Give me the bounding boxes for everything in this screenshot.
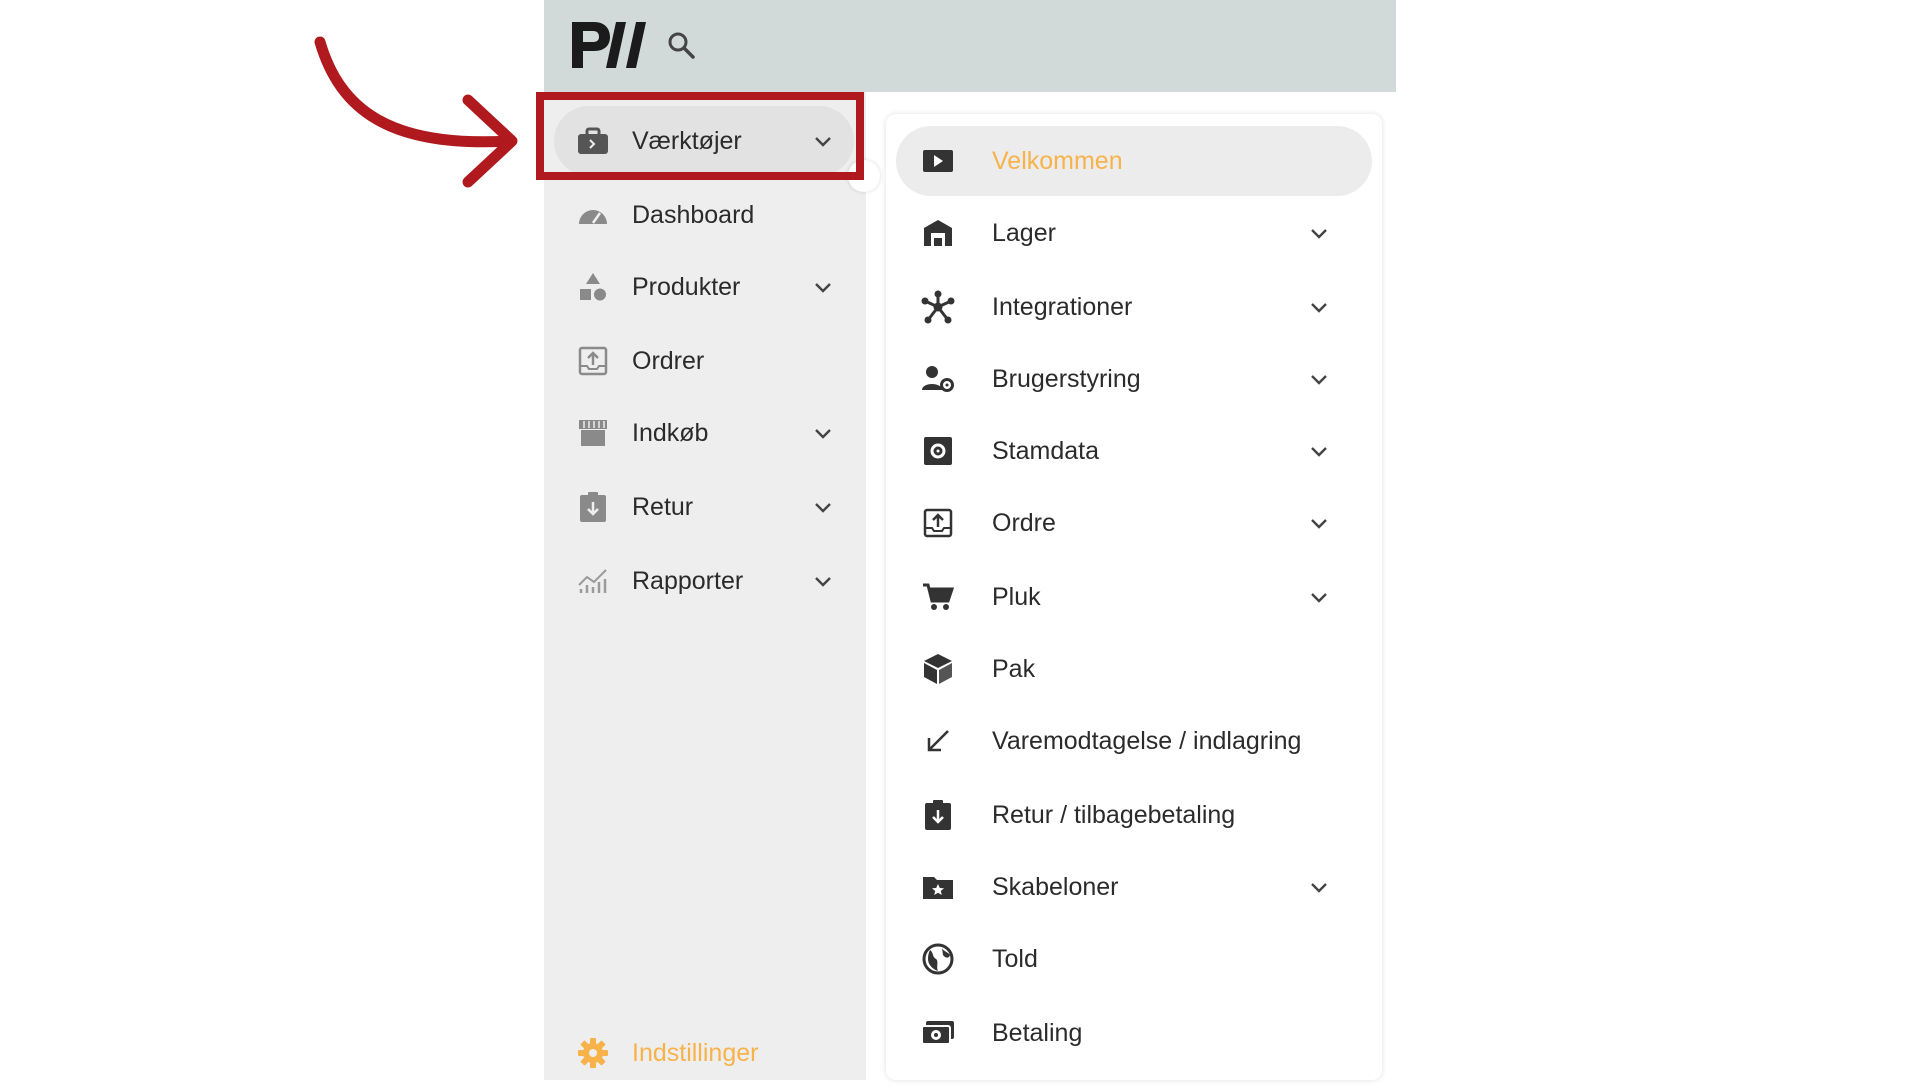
chevron-down-icon[interactable]: [1308, 296, 1330, 318]
submenu-item-label: Velkommen: [992, 146, 1123, 175]
sidebar-item-label: Dashboard: [632, 200, 755, 229]
chevron-down-icon[interactable]: [1308, 876, 1330, 898]
shapes-icon: [576, 270, 610, 304]
submenu-item-label: Pluk: [992, 582, 1041, 611]
chevron-down-icon[interactable]: [1308, 368, 1330, 390]
top-bar: [544, 0, 1396, 92]
chevron-down-icon[interactable]: [812, 570, 834, 592]
chart-icon: [576, 564, 610, 598]
submenu-item-velkommen[interactable]: Velkommen: [896, 126, 1372, 196]
brand-logo[interactable]: [570, 18, 648, 75]
settings-button[interactable]: Indstillinger: [554, 1018, 854, 1088]
submenu-item-ordre[interactable]: Ordre: [896, 488, 1372, 558]
gauge-icon: [576, 198, 610, 232]
chevron-down-icon[interactable]: [812, 496, 834, 518]
sidebar-item-dashboard[interactable]: Dashboard: [554, 180, 854, 250]
submenu-item-label: Betaling: [992, 1018, 1083, 1047]
submenu-item-label: Integrationer: [992, 292, 1133, 321]
globe-icon: [920, 941, 956, 977]
submenu-item-pak[interactable]: Pak: [896, 634, 1372, 704]
return-clipboard-icon: [576, 490, 610, 524]
money-icon: [920, 1015, 956, 1051]
submenu-item-label: Pak: [992, 654, 1036, 683]
submenu-item-betaling[interactable]: Betaling: [896, 998, 1372, 1068]
sidebar-item-ordrer[interactable]: Ordrer: [554, 326, 854, 396]
submenu-item-label: Varemodtagelse / indlagring: [992, 726, 1302, 755]
submenu-item-lager[interactable]: Lager: [896, 198, 1372, 268]
package-icon: [920, 651, 956, 687]
sidebar-item-indkob[interactable]: Indkøb: [554, 398, 854, 468]
submenu-item-label: Stamdata: [992, 436, 1100, 465]
sidebar: Værktøjer Dashboard Produkter Ordrer Ind…: [544, 92, 866, 1080]
submenu-panel: Velkommen Lager Integrationer Brugerstyr…: [886, 114, 1382, 1080]
storefront-icon: [576, 416, 610, 450]
return-clipboard-icon: [920, 797, 956, 833]
user-settings-icon: [920, 361, 956, 397]
upload-box-icon: [576, 344, 610, 378]
upload-box-icon: [920, 505, 956, 541]
chevron-down-icon[interactable]: [812, 276, 834, 298]
submenu-item-label: Brugerstyring: [992, 364, 1141, 393]
sidebar-item-rapporter[interactable]: Rapporter: [554, 546, 854, 616]
settings-box-icon: [920, 433, 956, 469]
folder-star-icon: [920, 869, 956, 905]
warehouse-icon: [920, 215, 956, 251]
arrow-down-left-icon: [920, 723, 956, 759]
submenu-item-pluk[interactable]: Pluk: [896, 562, 1372, 632]
gear-icon: [576, 1036, 610, 1070]
submenu-item-label: Lager: [992, 218, 1056, 247]
search-icon[interactable]: [666, 30, 696, 65]
submenu-item-label: Skabeloner: [992, 872, 1119, 901]
submenu-item-skabeloner[interactable]: Skabeloner: [896, 852, 1372, 922]
submenu-item-stamdata[interactable]: Stamdata: [896, 416, 1372, 486]
sidebar-item-label: Produkter: [632, 272, 741, 301]
annotation-arrow-icon: [314, 36, 518, 188]
submenu-item-retur-tilbagebetaling[interactable]: Retur / tilbagebetaling: [896, 780, 1372, 850]
sidebar-item-label: Rapporter: [632, 566, 744, 595]
chevron-down-icon[interactable]: [1308, 512, 1330, 534]
sidebar-item-label: Ordrer: [632, 346, 705, 375]
submenu-item-brugerstyring[interactable]: Brugerstyring: [896, 344, 1372, 414]
play-icon: [920, 143, 956, 179]
sidebar-item-retur[interactable]: Retur: [554, 472, 854, 542]
chevron-down-icon[interactable]: [1308, 222, 1330, 244]
submenu-item-varemodtagelse[interactable]: Varemodtagelse / indlagring: [896, 706, 1372, 776]
sidebar-item-produkter[interactable]: Produkter: [554, 252, 854, 322]
submenu-item-label: Ordre: [992, 508, 1056, 537]
submenu-item-integrationer[interactable]: Integrationer: [896, 272, 1372, 342]
submenu-item-label: Retur / tilbagebetaling: [992, 800, 1236, 829]
settings-label: Indstillinger: [632, 1038, 759, 1067]
chevron-down-icon[interactable]: [1308, 440, 1330, 462]
submenu-item-told[interactable]: Told: [896, 924, 1372, 994]
chevron-down-icon[interactable]: [1308, 586, 1330, 608]
highlight-box: [536, 92, 864, 180]
hub-icon: [920, 289, 956, 325]
chevron-down-icon[interactable]: [812, 422, 834, 444]
sidebar-item-label: Indkøb: [632, 418, 709, 447]
sidebar-item-label: Retur: [632, 492, 694, 521]
submenu-item-label: Told: [992, 944, 1038, 973]
cart-icon: [920, 579, 956, 615]
